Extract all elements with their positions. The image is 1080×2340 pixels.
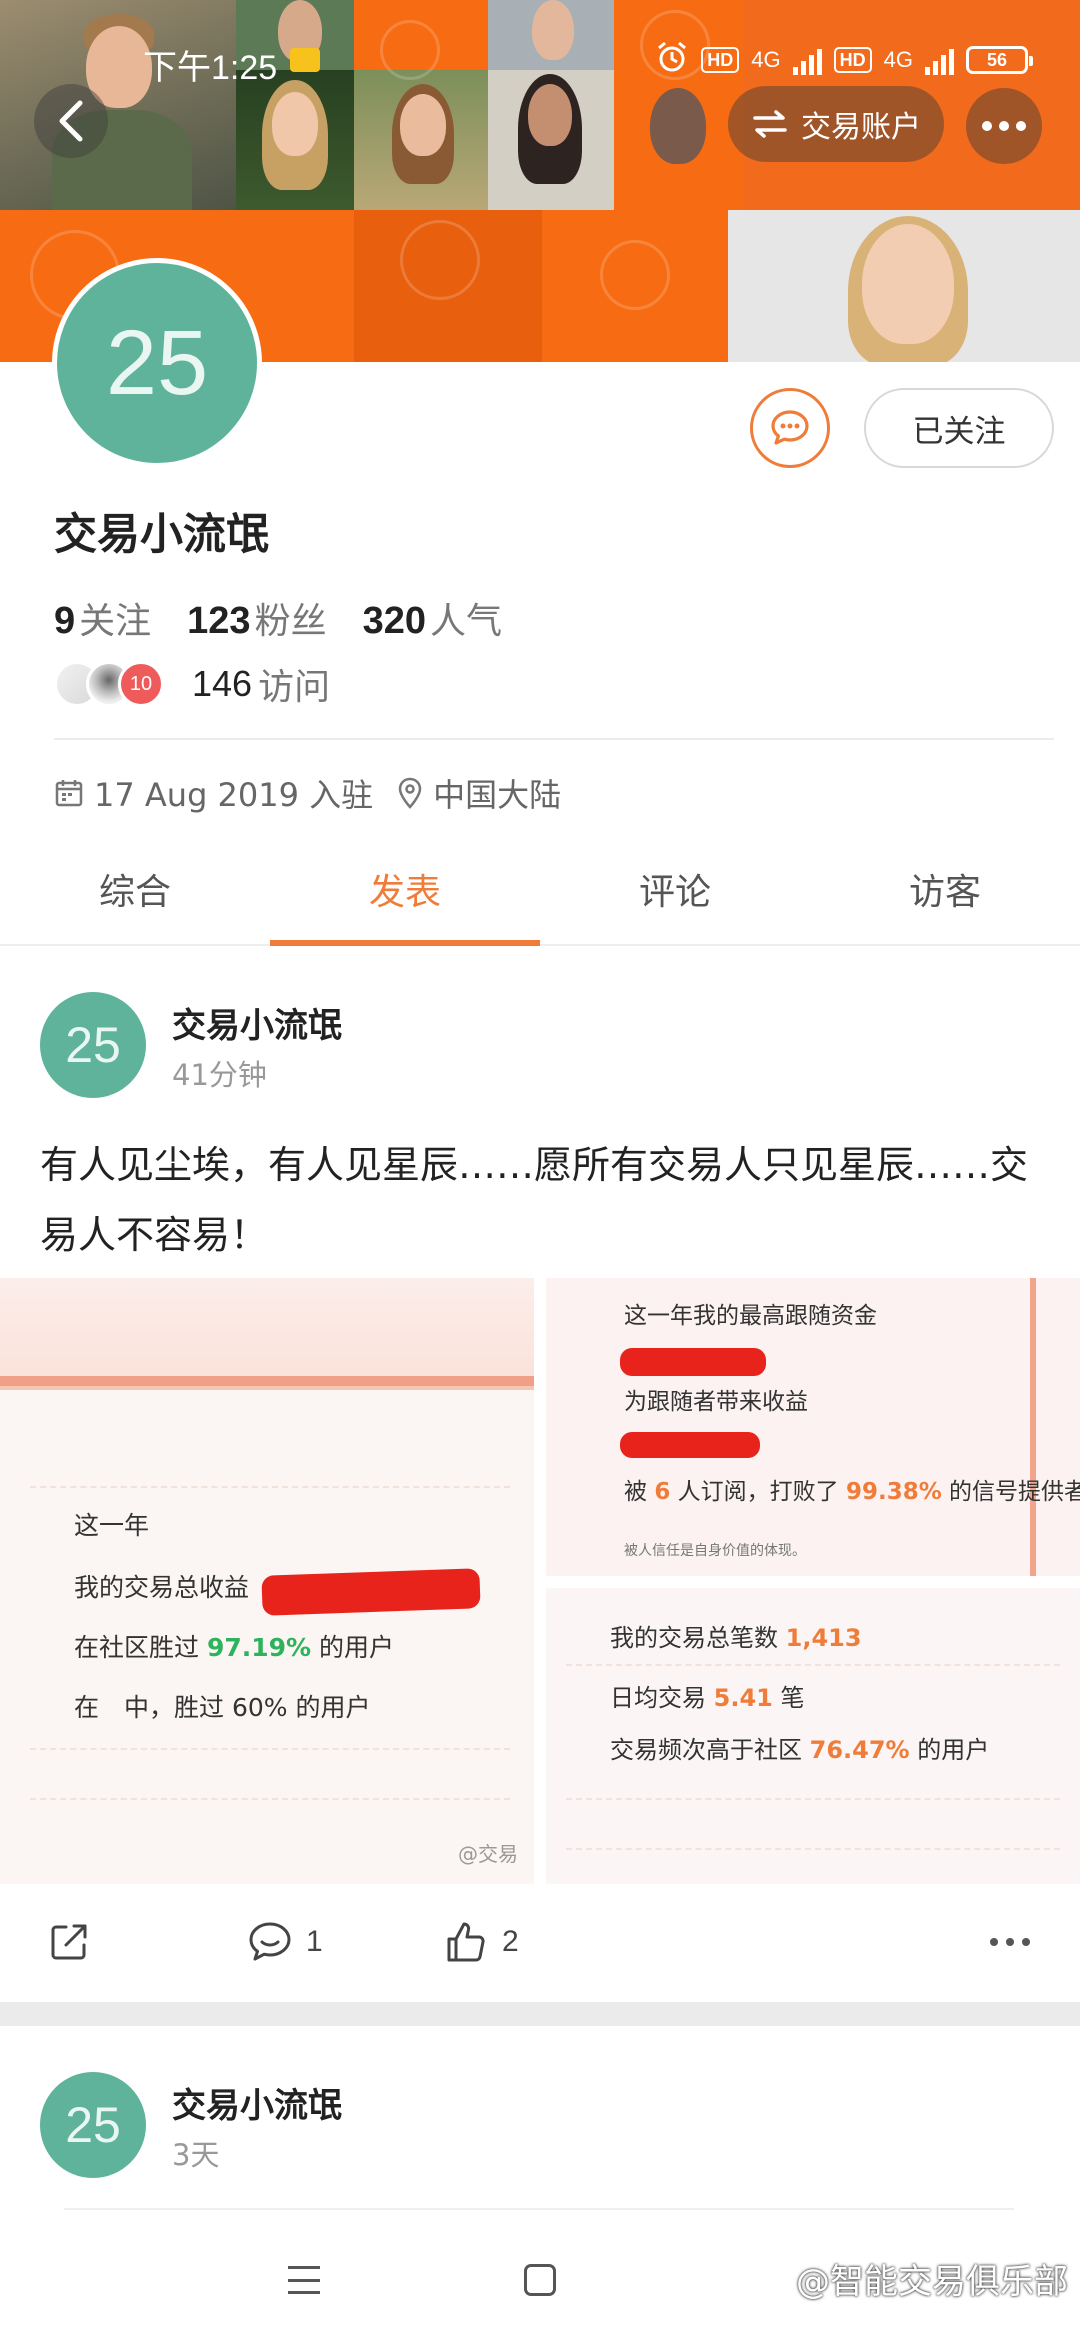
share-icon (51, 1924, 87, 1960)
location-text: 中国大陆 (433, 776, 562, 814)
profile-username: 交易小流氓 (54, 510, 269, 560)
like-count: 2 (502, 1925, 519, 1958)
stat-hint: 被人信任是自身价值的体现。 (624, 1543, 806, 1559)
post-image[interactable]: 这一年我的最高跟随资金 为跟随者带来收益 被 6 人订阅，打败了 99.38% … (546, 1278, 1080, 1576)
redaction-mark (261, 1568, 481, 1616)
stat-line: 我的交易总收益 (74, 1573, 250, 1602)
alarm-icon (655, 40, 689, 80)
switch-account-label: 交易账户 (801, 110, 921, 145)
comment-icon (249, 1922, 291, 1961)
profile-avatar[interactable]: 25 (52, 258, 262, 468)
switch-account-button[interactable]: 交易账户 (728, 86, 944, 162)
post-separator (0, 2002, 1080, 2026)
comment-button[interactable]: 1 (246, 1900, 323, 1984)
post-author-avatar[interactable]: 25 (40, 2072, 146, 2178)
hd-badge: HD (833, 47, 872, 73)
visits-label: 访问 (258, 667, 331, 708)
back-button[interactable] (34, 84, 108, 158)
redaction-mark (620, 1432, 760, 1458)
join-date: 17 Aug 2019 入驻 (94, 776, 374, 814)
post-more-button[interactable] (990, 1900, 1030, 1984)
status-time: 下午1:25 (143, 49, 278, 87)
profile-meta: 17 Aug 2019 入驻 中国大陆 (54, 770, 585, 816)
tab-comments[interactable]: 评论 (540, 850, 810, 944)
stat-line: 这一年我的最高跟随资金 (624, 1303, 877, 1329)
stat-line: 日均交易 5.41 笔 (610, 1684, 805, 1712)
visitor-count-badge: 10 (118, 661, 164, 707)
message-button[interactable] (750, 388, 830, 468)
banner-photo (354, 70, 488, 210)
stat-popularity: 320 人气 (362, 600, 502, 642)
network-label: 4G (883, 47, 913, 72)
share-button[interactable] (46, 1900, 92, 1984)
network-label: 4G (751, 47, 781, 72)
stat-line: 在社区胜过 97.19% 的用户 (74, 1633, 395, 1662)
menu-icon[interactable] (288, 2266, 320, 2294)
thumbs-up-icon (447, 1922, 485, 1962)
stat-line: 交易频次高于社区 76.47% 的用户 (610, 1736, 990, 1764)
post-image-grid: 这一年 我的交易总收益 在社区胜过 97.19% 的用户 在 中，胜过 60% … (0, 1278, 1080, 1884)
stat-following[interactable]: 9 关注 (54, 592, 151, 644)
post-time: 3天 (172, 2138, 220, 2172)
divider (64, 2208, 1014, 2210)
tab-posts[interactable]: 发表 (270, 850, 540, 946)
more-dots-icon (982, 121, 992, 131)
post-actions: 1 2 (0, 1900, 1080, 1984)
chevron-left-icon (59, 100, 83, 142)
battery-icon: 56 (966, 46, 1033, 74)
signal-icon (792, 45, 822, 75)
mail-icon (290, 48, 320, 72)
post-time: 41分钟 (172, 1058, 267, 1092)
home-square-icon[interactable] (524, 2264, 556, 2296)
profile-page: 下午1:25 HD 4G HD 4G 56 交易账户 25 已关注 交易小流氓 … (0, 0, 1080, 2340)
hd-badge: HD (701, 47, 740, 73)
message-icon (771, 410, 809, 445)
stat-line: 这一年 (74, 1511, 150, 1540)
stat-line: 被 6 人订阅，打败了 99.38% 的信号提供者 (624, 1479, 1080, 1505)
signal-icon (925, 45, 954, 75)
image-watermark: @交易 (458, 1842, 518, 1866)
stat-line: 为跟随者带来收益 (624, 1389, 808, 1415)
status-icons: HD 4G HD 4G 56 (655, 40, 1033, 80)
more-dots-icon (990, 1938, 1030, 1946)
redaction-mark (620, 1348, 766, 1376)
profile-stats: 9 关注 123 粉丝 320 人气 (54, 592, 502, 644)
visitors-row[interactable]: 10 146 访问 (54, 656, 330, 712)
post-author-name[interactable]: 交易小流氓 (172, 998, 342, 1047)
swap-arrows-icon (753, 110, 787, 138)
stat-line: 我的交易总笔数 1,413 (610, 1624, 862, 1652)
profile-tabs: 综合 发表 评论 访客 (0, 850, 1080, 946)
visits-count: 146 (192, 663, 253, 704)
stat-followers[interactable]: 123 粉丝 (187, 592, 326, 644)
watermark: @智能交易俱乐部 (754, 2254, 1068, 2303)
location-pin-icon (398, 777, 422, 809)
system-nav-bar: @智能交易俱乐部 (0, 2230, 1080, 2340)
post-image[interactable]: 这一年 我的交易总收益 在社区胜过 97.19% 的用户 在 中，胜过 60% … (0, 1278, 534, 1884)
banner-photo (488, 0, 614, 70)
banner-photo (0, 0, 236, 210)
follow-button[interactable]: 已关注 (864, 388, 1054, 468)
weibo-logo-icon (755, 2265, 787, 2293)
post-content[interactable]: 有人见尘埃，有人见星辰……愿所有交易人只见星辰……交易人不容易！ (40, 1130, 1040, 1270)
post-image[interactable]: 我的交易总笔数 1,413 日均交易 5.41 笔 交易频次高于社区 76.47… (546, 1588, 1080, 1884)
banner-photo (614, 70, 744, 210)
stat-line: 在 中，胜过 60% 的用户 (74, 1693, 371, 1722)
banner-photo (488, 70, 614, 210)
more-button[interactable] (966, 88, 1042, 164)
tab-visitors[interactable]: 访客 (810, 850, 1080, 944)
post-author-avatar[interactable]: 25 (40, 992, 146, 1098)
comment-count: 1 (306, 1925, 323, 1958)
tab-overview[interactable]: 综合 (0, 850, 270, 944)
banner-photo (236, 70, 354, 210)
like-button[interactable]: 2 (442, 1900, 519, 1984)
calendar-icon (55, 780, 83, 807)
divider (54, 738, 1054, 740)
post-author-name[interactable]: 交易小流氓 (172, 2078, 342, 2127)
banner-photo (728, 210, 1080, 362)
